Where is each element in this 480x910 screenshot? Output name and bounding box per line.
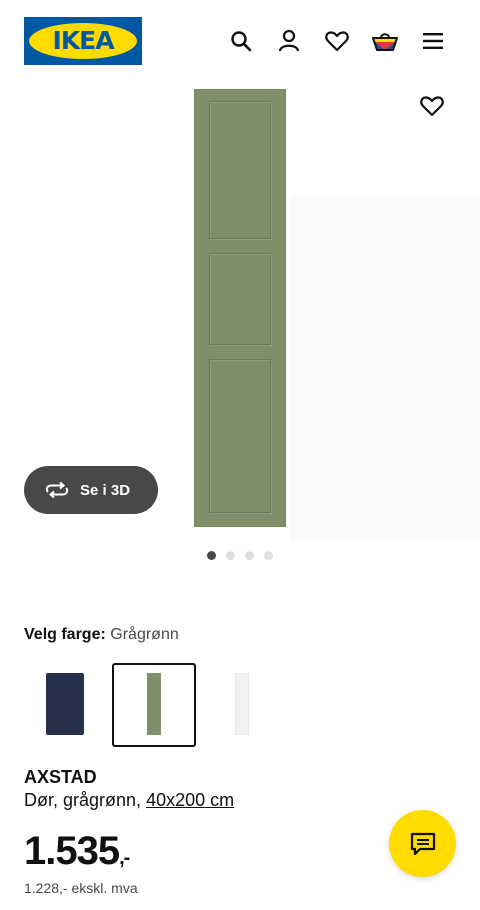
gallery-dot-1[interactable] [207, 551, 216, 560]
swatch-white-image [235, 673, 249, 735]
view-3d-label: Se i 3D [80, 481, 131, 499]
price-value: 1.535 [24, 829, 120, 873]
product-type: Dør, grågrønn, [24, 790, 142, 810]
menu-button[interactable] [418, 26, 448, 56]
product-name: AXSTAD [24, 767, 97, 787]
menu-icon [423, 33, 443, 49]
product-price: 1.535,- [24, 829, 130, 874]
basket-icon [372, 33, 398, 51]
gallery-pagination [0, 551, 480, 560]
color-selector-label: Velg farge: Grågrønn [24, 626, 179, 644]
color-selected-value: Grågrønn [110, 626, 179, 643]
product-gallery[interactable]: Se i 3D [0, 84, 480, 560]
favourites-button[interactable] [322, 26, 352, 56]
product-image-door [194, 89, 286, 527]
add-to-favourites-button[interactable] [416, 90, 448, 122]
gallery-dot-3[interactable] [245, 551, 254, 560]
swatch-gray-green-image [147, 673, 161, 735]
door-panel-middle [209, 253, 271, 345]
basket-button[interactable] [370, 26, 400, 56]
view-3d-button[interactable]: Se i 3D [24, 466, 158, 514]
logo-text: IKEA [52, 26, 114, 55]
color-label-title: Velg farge: [24, 626, 106, 643]
chat-icon [410, 832, 435, 855]
heart-icon [325, 31, 349, 52]
price-ex-vat: 1.228,- ekskl. mva [24, 880, 138, 896]
rotate-3d-icon [45, 481, 69, 499]
user-icon [278, 29, 300, 52]
account-button[interactable] [274, 26, 304, 56]
swatch-gray-green[interactable] [112, 663, 196, 747]
swatch-dark-blue[interactable] [24, 663, 108, 747]
search-icon [231, 31, 252, 52]
gallery-background [290, 196, 480, 541]
door-panel-top [209, 101, 271, 239]
header: IKEA [0, 0, 480, 84]
product-size-link[interactable]: 40x200 cm [146, 790, 234, 810]
gallery-dot-2[interactable] [226, 551, 235, 560]
price-suffix: ,- [119, 847, 130, 869]
swatch-white[interactable] [200, 663, 284, 747]
chat-button[interactable] [389, 810, 456, 877]
ikea-logo[interactable]: IKEA [24, 17, 142, 65]
product-description: Dør, grågrønn, 40x200 cm [24, 790, 234, 811]
color-swatches [24, 663, 324, 747]
gallery-dot-4[interactable] [264, 551, 273, 560]
door-panel-bottom [209, 359, 271, 513]
heart-icon [420, 96, 444, 117]
search-button[interactable] [226, 26, 256, 56]
swatch-dark-blue-image [46, 673, 84, 735]
